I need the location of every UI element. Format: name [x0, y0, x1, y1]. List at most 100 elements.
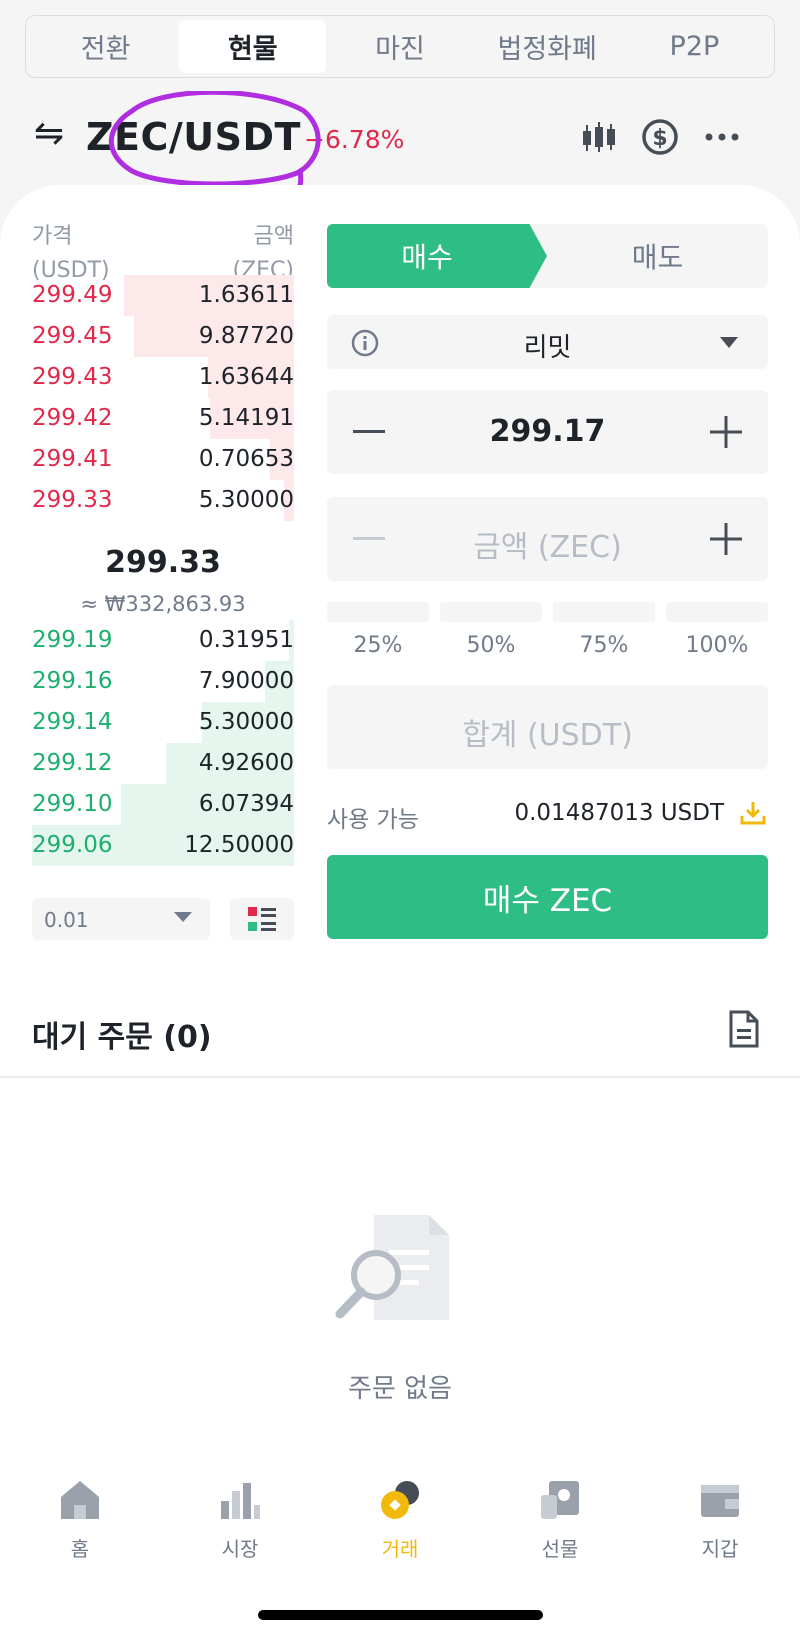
- ask-row[interactable]: 299.49 1.63611: [32, 275, 294, 316]
- dollar-circle-icon[interactable]: $: [640, 117, 680, 157]
- price-input[interactable]: 299.17: [397, 414, 698, 449]
- minus-icon[interactable]: [351, 523, 387, 555]
- nav-home[interactable]: 홈: [0, 1477, 160, 1577]
- ask-price: 299.45: [32, 323, 113, 349]
- deposit-icon[interactable]: [738, 798, 768, 828]
- pair-name[interactable]: ZEC/USDT: [86, 115, 301, 159]
- available-value: 0.01487013 USDT: [514, 800, 724, 826]
- total-field[interactable]: 합계 (USDT): [327, 685, 768, 769]
- chevron-down-icon: [174, 912, 192, 922]
- amount-input[interactable]: 금액 (ZEC): [397, 522, 698, 566]
- tab-convert[interactable]: 전환: [32, 20, 179, 73]
- nav-wallet-label: 지갑: [701, 1537, 739, 1561]
- ask-quantity: 5.30000: [198, 487, 294, 513]
- bid-row[interactable]: 299.12 4.92600: [32, 743, 294, 784]
- nav-home-label: 홈: [70, 1537, 90, 1561]
- bid-price: 299.10: [32, 791, 113, 817]
- sell-tab[interactable]: 매도: [547, 224, 768, 288]
- wallet-icon: [701, 1485, 739, 1517]
- order-book-layout-button[interactable]: [230, 898, 294, 940]
- order-type-value: 리밋: [523, 333, 572, 363]
- tab-p2p[interactable]: P2P: [621, 20, 768, 73]
- svg-text:$: $: [652, 126, 667, 151]
- pair-header: ⇋ ZEC/USDT −6.78% $: [34, 91, 774, 224]
- candlestick-chart-icon[interactable]: [579, 117, 619, 157]
- ask-row[interactable]: 299.45 9.87720: [32, 316, 294, 357]
- buy-sell-toggle: 매수 매도: [327, 224, 768, 288]
- nav-markets[interactable]: 시장: [160, 1477, 320, 1577]
- bid-quantity: 7.90000: [198, 668, 294, 694]
- bid-quantity: 4.92600: [198, 750, 294, 776]
- ask-row[interactable]: 299.33 5.30000: [32, 480, 294, 521]
- ask-row[interactable]: 299.41 0.70653: [32, 439, 294, 480]
- price-stepper: 299.17: [327, 390, 768, 474]
- precision-select[interactable]: 0.01: [32, 898, 210, 940]
- tab-spot[interactable]: 현물: [179, 20, 327, 73]
- minus-icon[interactable]: [351, 416, 387, 448]
- last-price: 299.33: [105, 545, 221, 580]
- bid-row[interactable]: 299.16 7.90000: [32, 661, 294, 702]
- bid-quantity: 5.30000: [198, 709, 294, 735]
- available-label: 사용 가능: [327, 807, 419, 833]
- ask-quantity: 1.63611: [198, 282, 294, 308]
- bid-price: 299.06: [32, 832, 113, 858]
- nav-trade-label: 거래: [381, 1537, 419, 1561]
- bid-quantity: 6.07394: [198, 791, 294, 817]
- percent-25-button[interactable]: 25%: [327, 602, 429, 662]
- nav-wallet[interactable]: 지갑: [640, 1477, 800, 1577]
- bid-price: 299.19: [32, 627, 113, 653]
- bid-row[interactable]: 299.19 0.31951: [32, 620, 294, 661]
- order-history-icon[interactable]: [728, 1010, 760, 1048]
- bid-price: 299.12: [32, 750, 113, 776]
- bid-quantity: 0.31951: [198, 627, 294, 653]
- total-placeholder: 합계 (USDT): [462, 718, 633, 753]
- price-header: 가격: [32, 224, 73, 249]
- percent-100-button[interactable]: 100%: [666, 602, 768, 662]
- ask-row[interactable]: 299.42 5.14191: [32, 398, 294, 439]
- swap-icon[interactable]: ⇋: [34, 113, 64, 154]
- trade-icon: [381, 1481, 419, 1519]
- percent-50-button[interactable]: 50%: [440, 602, 542, 662]
- top-tab-bar: 전환 현물 마진 법정화폐 P2P: [25, 15, 775, 78]
- bid-price: 299.14: [32, 709, 113, 735]
- tab-fiat[interactable]: 법정화폐: [474, 20, 621, 73]
- bid-price: 299.16: [32, 668, 113, 694]
- home-icon: [61, 1481, 99, 1519]
- no-orders-illustration: [335, 1215, 449, 1320]
- buy-zec-button[interactable]: 매수 ZEC: [327, 855, 768, 939]
- nav-markets-label: 시장: [221, 1537, 259, 1561]
- open-orders-title: 대기 주문 (0): [32, 1020, 212, 1055]
- more-icon[interactable]: [702, 117, 742, 157]
- order-type-select[interactable]: 리밋: [327, 315, 768, 369]
- ask-price: 299.33: [32, 487, 113, 513]
- percent-75-button[interactable]: 75%: [553, 602, 655, 662]
- buy-tab[interactable]: 매수: [327, 224, 547, 288]
- bid-row[interactable]: 299.14 5.30000: [32, 702, 294, 743]
- ask-row[interactable]: 299.43 1.63644: [32, 357, 294, 398]
- ask-quantity: 5.14191: [198, 405, 294, 431]
- plus-icon[interactable]: [708, 521, 744, 557]
- nav-trade[interactable]: 거래: [320, 1477, 480, 1577]
- available-balance: 사용 가능 0.01487013 USDT: [327, 798, 768, 833]
- tab-margin[interactable]: 마진: [326, 20, 473, 73]
- percentage-slider: 25% 50% 75% 100%: [327, 602, 768, 662]
- last-price-krw: ≈ ₩332,863.93: [80, 592, 246, 616]
- home-indicator: [258, 1610, 543, 1620]
- ask-price: 299.41: [32, 446, 113, 472]
- ask-quantity: 1.63644: [198, 364, 294, 390]
- amount-stepper: 금액 (ZEC): [327, 497, 768, 581]
- nav-futures[interactable]: 선물: [480, 1477, 640, 1577]
- bid-row[interactable]: 299.06 12.50000: [32, 825, 294, 866]
- chevron-down-icon: [720, 337, 738, 348]
- order-book-layout-icon: [248, 907, 276, 931]
- plus-icon[interactable]: [708, 414, 744, 450]
- markets-icon: [221, 1483, 260, 1519]
- bid-row[interactable]: 299.10 6.07394: [32, 784, 294, 825]
- ask-price: 299.49: [32, 282, 113, 308]
- bid-quantity: 12.50000: [184, 832, 294, 858]
- amount-header: 금액: [253, 224, 294, 249]
- ask-quantity: 9.87720: [198, 323, 294, 349]
- futures-icon: [541, 1481, 579, 1519]
- price-change: −6.78%: [304, 125, 405, 154]
- ask-price: 299.42: [32, 405, 113, 431]
